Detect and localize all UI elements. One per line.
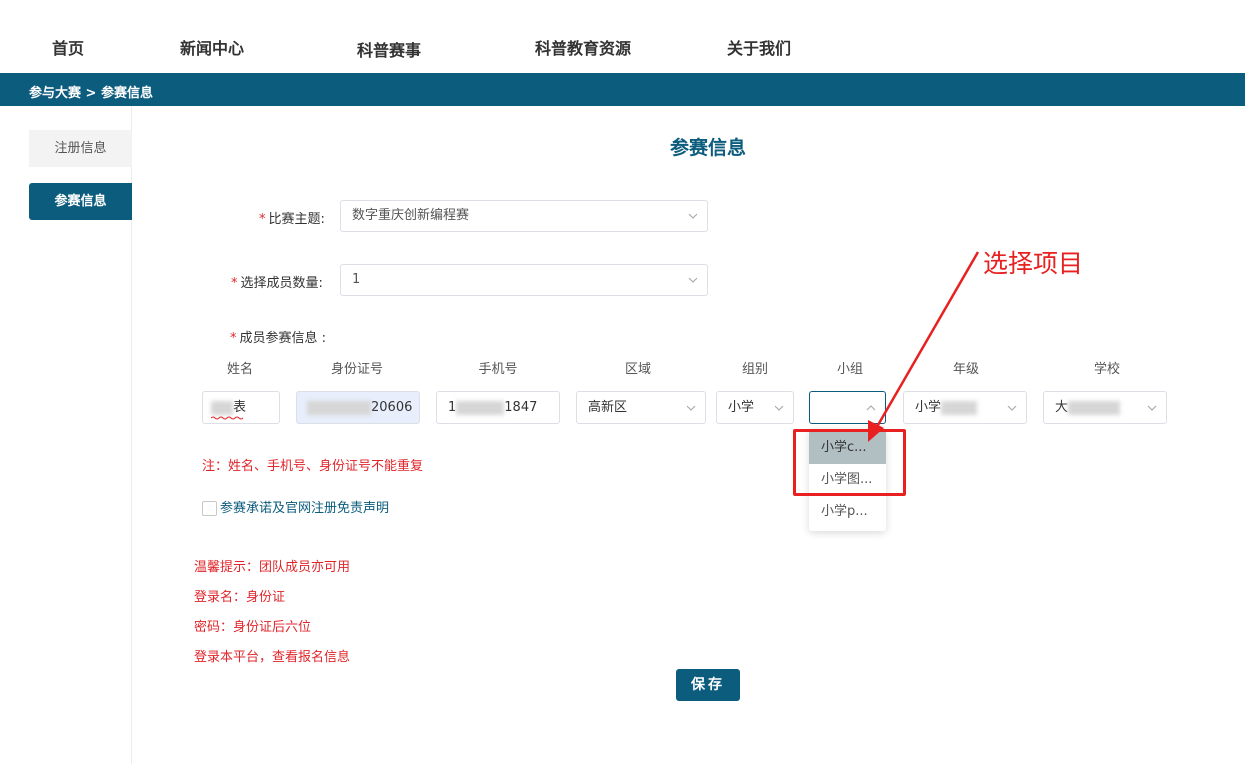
id-number-input[interactable]: 20606 — [296, 391, 420, 424]
column-header-id: 身份证号 — [330, 362, 383, 377]
chevron-down-icon — [686, 403, 696, 412]
redacted-text — [307, 400, 371, 415]
name-input[interactable]: 表 — [202, 391, 280, 424]
agreement-link[interactable]: 参赛承诺及官网注册免责声明 — [220, 501, 389, 516]
member-info-label-text: 成员参赛信息 : — [239, 331, 327, 346]
theme-select[interactable]: 数字重庆创新编程赛 — [340, 200, 708, 232]
column-header-school: 学校 — [1093, 362, 1120, 377]
sidebar-item-entry-info[interactable]: 参赛信息 — [29, 183, 132, 220]
member-count-label-text: 选择成员数量: — [240, 276, 323, 291]
member-count-label: * 选择成员数量: — [231, 276, 323, 291]
nav-item-news[interactable]: 新闻中心 — [180, 35, 244, 59]
column-header-name: 姓名 — [226, 362, 253, 377]
duplicate-note: 注：姓名、手机号、身份证号不能重复 — [202, 459, 424, 474]
nav-item-resources[interactable]: 科普教育资源 — [535, 35, 631, 59]
school-select[interactable]: 大 — [1043, 391, 1167, 424]
name-value: 表 — [233, 400, 247, 415]
chevron-down-icon — [688, 275, 698, 284]
tip-line: 密码：身份证后六位 — [194, 620, 312, 635]
agreement-checkbox[interactable] — [202, 501, 217, 516]
chevron-down-icon — [688, 211, 698, 220]
top-navigation: 首页 新闻中心 科普赛事 科普教育资源 关于我们 — [0, 0, 1245, 73]
group-select[interactable]: 小学 — [716, 391, 794, 424]
member-info-label: * 成员参赛信息 : — [230, 331, 327, 346]
theme-select-value: 数字重庆创新编程赛 — [352, 208, 470, 223]
member-count-value: 1 — [352, 272, 361, 287]
breadcrumb: 参与大赛 > 参赛信息 — [29, 86, 153, 101]
redacted-text — [456, 400, 505, 415]
region-select[interactable]: 高新区 — [576, 391, 706, 424]
redacted-text — [211, 400, 233, 415]
breadcrumb-bar: 参与大赛 > 参赛信息 — [0, 73, 1245, 106]
phone-suffix-value: 1847 — [504, 400, 538, 415]
agreement-row: 参赛承诺及官网注册免责声明 — [202, 497, 389, 516]
theme-label-text: 比赛主题: — [268, 212, 325, 227]
subgroup-option[interactable]: 小学p... — [809, 496, 886, 528]
phone-input[interactable]: 1 1847 — [436, 391, 560, 424]
tip-line: 温馨提示：团队成员亦可用 — [194, 560, 351, 575]
sidebar-item-registration[interactable]: 注册信息 — [29, 130, 132, 167]
id-number-value: 20606 — [371, 400, 413, 415]
column-header-phone: 手机号 — [478, 362, 518, 377]
region-value: 高新区 — [588, 400, 628, 415]
nav-item-home[interactable]: 首页 — [52, 35, 84, 59]
theme-label: * 比赛主题: — [259, 212, 325, 227]
column-header-region: 区域 — [624, 362, 651, 377]
chevron-down-icon — [1147, 403, 1157, 412]
redacted-text — [1068, 400, 1121, 415]
chevron-down-icon — [774, 403, 784, 412]
column-header-group: 组别 — [741, 362, 768, 377]
nav-item-about[interactable]: 关于我们 — [727, 35, 791, 59]
tip-line: 登录名：身份证 — [194, 590, 286, 605]
page-title: 参赛信息 — [669, 137, 746, 159]
group-value: 小学 — [728, 400, 755, 415]
annotation-text: 选择项目 — [983, 249, 1084, 278]
annotation-arrow — [868, 251, 980, 442]
chevron-down-icon — [1007, 403, 1017, 412]
spellcheck-underline — [211, 416, 243, 420]
member-count-select[interactable]: 1 — [340, 264, 708, 296]
tip-line: 登录本平台，查看报名信息 — [194, 650, 351, 665]
school-value: 大 — [1055, 400, 1069, 415]
phone-prefix-value: 1 — [448, 400, 457, 415]
save-button[interactable]: 保存 — [676, 669, 740, 701]
nav-item-events[interactable]: 科普赛事 — [357, 37, 421, 61]
